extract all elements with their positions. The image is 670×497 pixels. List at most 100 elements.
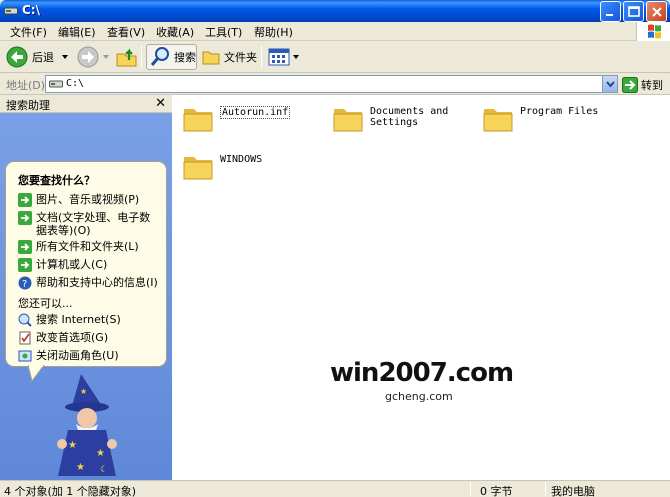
watermark-text: win2007.com [330, 358, 514, 388]
status-bar: 4 个对象(加 1 个隐藏对象) 0 字节 我的电脑 [0, 480, 670, 497]
maximize-icon [628, 6, 640, 17]
search-option-label: 所有文件和文件夹(L) [36, 240, 139, 253]
search-option-documents[interactable]: 文档(文字处理、电子数据表等)(O) [18, 211, 160, 237]
title-bar[interactable]: C:\ [0, 0, 670, 22]
folder-icon [183, 157, 213, 180]
search-option-label: 计算机或人(C) [36, 258, 108, 271]
folders-button[interactable]: 文件夹 [201, 44, 257, 70]
menu-help[interactable]: 帮助(H) [254, 24, 293, 40]
toolbar-separator [141, 46, 142, 68]
search-option-all-files[interactable]: 所有文件和文件夹(L) [18, 240, 139, 254]
menu-favorites[interactable]: 收藏(A) [156, 24, 194, 40]
back-arrow-icon [6, 46, 28, 68]
toolbar-separator [261, 46, 262, 68]
search-option-label: 帮助和支持中心的信息(I) [36, 276, 158, 289]
search-option-label: 图片、音乐或视频(P) [36, 193, 140, 206]
folders-label: 文件夹 [224, 51, 257, 64]
search-option-label: 文档(文字处理、电子数据表等)(O) [36, 211, 151, 237]
file-name: WINDOWS [220, 154, 263, 165]
file-item[interactable]: Autorun.inf [182, 103, 291, 135]
go-button[interactable]: 转到 [622, 76, 663, 93]
views-button[interactable] [268, 44, 299, 70]
file-item[interactable]: WINDOWS [182, 151, 262, 183]
go-arrow-icon [622, 76, 638, 93]
search-option-label: 改变首选项(G) [36, 331, 109, 344]
search-option-label: 关闭动画角色(U) [36, 349, 119, 362]
menu-edit[interactable]: 编辑(E) [58, 24, 96, 40]
search-option-pictures[interactable]: 图片、音乐或视频(P) [18, 193, 139, 207]
go-label: 转到 [641, 78, 663, 92]
file-list-pane: Autorun.inf Documents and Settings Progr… [172, 95, 670, 480]
search-option-label: 搜索 Internet(S) [36, 313, 121, 326]
globe-search-icon [18, 313, 32, 327]
search-option-computers-people[interactable]: 计算机或人(C) [18, 258, 107, 272]
also-can-label: 您还可以... [18, 297, 73, 310]
address-input[interactable]: C:\ [45, 75, 618, 93]
green-arrow-icon [18, 240, 32, 254]
up-folder-button[interactable] [115, 44, 139, 70]
views-dropdown-icon[interactable] [293, 55, 299, 59]
green-arrow-icon [18, 193, 32, 207]
svg-text:☾: ☾ [100, 465, 108, 475]
pane-close-icon[interactable]: ✕ [155, 96, 166, 111]
watermark-sub: gcheng.com [385, 390, 453, 403]
bubble-tail [28, 365, 45, 383]
drive-icon [49, 80, 63, 88]
status-object-count: 4 个对象(加 1 个隐藏对象) [4, 485, 137, 497]
search-icon [150, 47, 169, 66]
folder-icon [183, 109, 213, 132]
search-option-help-center[interactable]: ? 帮助和支持中心的信息(I) [18, 276, 158, 290]
maximize-button[interactable] [623, 1, 644, 22]
help-icon: ? [18, 276, 32, 290]
chevron-down-icon [606, 81, 615, 88]
file-item[interactable]: Program Files [482, 103, 598, 135]
address-value: C:\ [66, 78, 85, 89]
search-button[interactable]: 搜索 [146, 44, 197, 70]
close-button[interactable] [646, 1, 667, 22]
minimize-button[interactable] [600, 1, 621, 22]
up-folder-icon [116, 48, 137, 67]
svg-text:★: ★ [96, 448, 105, 459]
watermark: win2007.com [330, 358, 514, 388]
menu-file[interactable]: 文件(F) [10, 24, 47, 40]
file-item[interactable]: Documents and Settings [332, 103, 450, 135]
address-label: 地址(D) [6, 79, 46, 92]
file-name: Documents and Settings [370, 106, 449, 128]
search-pane-header: 搜索助理 ✕ [0, 95, 172, 113]
svg-text:★: ★ [68, 440, 77, 451]
search-companion-pane: 搜索助理 ✕ 您要查找什么？ 图片、音乐或视频(P) 文档(文字处理、电子数据表… [0, 95, 172, 480]
file-name: Program Files [520, 106, 599, 117]
views-icon [268, 48, 290, 66]
folder-icon [483, 109, 513, 132]
status-size: 0 字节 [480, 485, 513, 497]
turn-off-character-link[interactable]: 关闭动画角色(U) [18, 349, 119, 363]
green-arrow-icon [18, 258, 32, 272]
address-dropdown-button[interactable] [602, 76, 617, 92]
forward-button[interactable] [77, 44, 109, 70]
minimize-icon [606, 14, 613, 16]
menu-view[interactable]: 查看(V) [107, 24, 145, 40]
green-arrow-icon [18, 211, 32, 225]
forward-arrow-icon [77, 46, 99, 68]
search-pane-title: 搜索助理 [6, 99, 50, 112]
close-icon [652, 7, 662, 17]
menu-tools[interactable]: 工具(T) [205, 24, 242, 40]
character-icon [18, 350, 32, 362]
svg-text:★: ★ [76, 462, 85, 473]
svg-text:?: ? [22, 279, 27, 290]
search-options-bubble: 您要查找什么？ 图片、音乐或视频(P) 文档(文字处理、电子数据表等)(O) 所… [5, 161, 167, 367]
wizard-character-icon: ★ ★ ★ ★ ☾ [57, 374, 117, 476]
back-dropdown-icon[interactable] [62, 55, 68, 59]
forward-dropdown-icon[interactable] [103, 55, 109, 59]
search-internet-link[interactable]: 搜索 Internet(S) [18, 313, 121, 327]
menu-bar: 文件(F) 编辑(E) 查看(V) 收藏(A) 工具(T) 帮助(H) [0, 22, 670, 41]
window-title: C:\ [22, 3, 40, 17]
toolbar: 后退 搜索 文件夹 [0, 41, 670, 73]
change-preferences-link[interactable]: 改变首选项(G) [18, 331, 108, 345]
status-divider [470, 482, 471, 496]
back-button[interactable]: 后退 [6, 44, 68, 70]
search-label: 搜索 [174, 51, 196, 64]
folders-icon [202, 51, 220, 65]
folder-icon [333, 109, 363, 132]
preferences-icon [19, 331, 31, 345]
